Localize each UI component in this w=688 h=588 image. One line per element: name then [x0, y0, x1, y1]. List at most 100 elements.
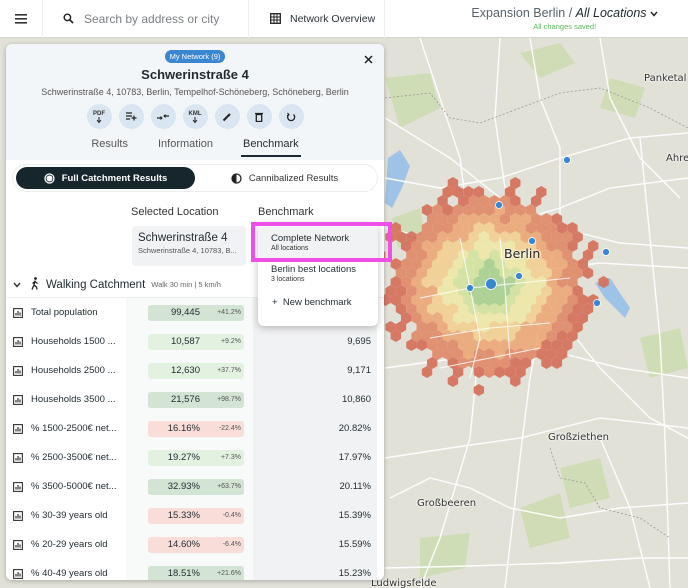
project-name: Expansion Berlin: [471, 6, 566, 20]
delete-button[interactable]: [246, 104, 272, 129]
selected-value: 15.33%: [167, 510, 200, 521]
metric-label: Households 3500 ...: [31, 394, 116, 405]
selected-value-pill: 10,587 +9.2%: [148, 333, 244, 350]
pencil-icon: [222, 112, 231, 121]
benchmark-option-complete-network[interactable]: Complete Network All locations: [258, 227, 378, 258]
kml-download-button[interactable]: KML: [182, 104, 208, 129]
refresh-button[interactable]: [278, 104, 304, 129]
location-marker[interactable]: [528, 237, 536, 245]
map-label-ahrensfelde: Ahre: [666, 153, 688, 164]
full-catchment-toggle[interactable]: Full Catchment Results: [16, 167, 195, 189]
option-title: Berlin best locations: [271, 264, 357, 275]
delta-percent: +9.2%: [220, 338, 241, 345]
selected-value-pill: 12,630 +37.7%: [148, 362, 244, 379]
save-status: All changes saved!: [533, 22, 597, 31]
map-label-panketal: Panketal: [644, 73, 687, 84]
network-badge[interactable]: My Network (9): [164, 50, 226, 63]
delta-percent: -6.4%: [222, 541, 241, 548]
bar-chart-icon[interactable]: [13, 510, 23, 521]
bar-chart-icon[interactable]: [13, 423, 23, 434]
benchmark-value: 15.39%: [338, 510, 371, 521]
table-row: % 40-49 years old 18.51% +21.6% 15.23%: [6, 559, 384, 580]
metric-label: Households 1500 ...: [31, 336, 116, 347]
option-subtitle: All locations: [271, 245, 309, 252]
table-row: Households 3500 ... 21,576 +98.7% 10,860: [6, 385, 384, 414]
location-marker[interactable]: [563, 156, 571, 164]
location-marker[interactable]: [466, 284, 474, 292]
bar-chart-icon[interactable]: [13, 452, 23, 463]
grid-table-icon: [270, 13, 281, 24]
collapse-chevron[interactable]: [13, 280, 21, 290]
compare-arrows-icon: [157, 113, 169, 120]
bar-chart-icon[interactable]: [13, 307, 23, 318]
refresh-icon: [286, 112, 296, 121]
search-input[interactable]: [84, 11, 244, 26]
location-marker[interactable]: [602, 248, 610, 256]
selected-location-marker[interactable]: [485, 278, 497, 290]
bar-chart-icon[interactable]: [13, 481, 23, 492]
benchmark-value: 20.82%: [338, 423, 371, 434]
bar-chart-icon[interactable]: [13, 336, 23, 347]
bar-chart-icon[interactable]: [13, 365, 23, 376]
tab-information[interactable]: Information: [146, 133, 225, 155]
delta-percent: +37.7%: [217, 367, 241, 374]
bar-chart-icon[interactable]: [13, 539, 23, 550]
selected-value-pill: 15.33% -0.4%: [148, 507, 244, 524]
download-arrow-icon: [96, 116, 102, 123]
playlist-add-icon: [125, 112, 136, 121]
network-overview-label: Network Overview: [290, 12, 376, 25]
network-overview-button[interactable]: Network Overview: [249, 0, 385, 38]
table-row: % 3500-5000€ net... 32.93% +63.7% 20.11%: [6, 472, 384, 501]
benchmark-dropdown: Complete Network All locations Berlin be…: [258, 223, 378, 326]
bar-chart-icon[interactable]: [13, 568, 23, 579]
metric-label: % 40-49 years old: [31, 568, 108, 579]
selected-value: 16.16%: [167, 423, 200, 434]
benchmark-value: 9,695: [347, 336, 371, 347]
bar-chart-icon[interactable]: [13, 394, 23, 405]
benchmark-value: 15.23%: [338, 568, 371, 579]
benchmark-option-berlin-best[interactable]: Berlin best locations 3 locations: [258, 258, 378, 289]
location-marker[interactable]: [495, 201, 503, 209]
metric-label: % 2500-3500€ net...: [31, 452, 117, 463]
map-label-berlin: Berlin: [504, 246, 541, 261]
section-subtitle: Walk 30 min | 5 km/h: [151, 280, 221, 289]
selected-value-pill: 32.93% +63.7%: [148, 478, 244, 495]
close-button[interactable]: [364, 52, 373, 67]
selected-value: 14.60%: [167, 539, 200, 550]
compare-button[interactable]: [150, 104, 176, 129]
chevron-down-icon: [650, 11, 658, 17]
benchmark-value: 9,171: [347, 365, 371, 376]
panel-header: My Network (9) Schwerinstraße 4 Schwerin…: [6, 44, 384, 160]
metric-label: Households 2500 ...: [31, 365, 116, 376]
selected-value: 32.93%: [167, 481, 200, 492]
edit-button[interactable]: [214, 104, 240, 129]
selected-location-name: Schwerinstraße 4: [138, 232, 228, 244]
table-row: Households 1500 ... 10,587 +9.2% 9,695: [6, 327, 384, 356]
add-to-list-button[interactable]: [118, 104, 144, 129]
benchmark-value: 17.97%: [338, 452, 371, 463]
metrics-table: Total population 99,445 +41.2% Households 1…: [6, 298, 384, 580]
results-mode-toggle: Full Catchment Results Cannibalized Resu…: [12, 164, 378, 192]
delta-percent: +7.3%: [220, 454, 241, 461]
search-bar[interactable]: [43, 0, 249, 38]
location-marker[interactable]: [593, 299, 601, 307]
new-benchmark-button[interactable]: + New benchmark: [258, 289, 378, 316]
tab-benchmark[interactable]: Benchmark: [231, 133, 311, 157]
location-marker[interactable]: [515, 272, 523, 280]
metric-label: % 20-29 years old: [31, 539, 108, 550]
full-catchment-label: Full Catchment Results: [61, 172, 168, 184]
pdf-download-button[interactable]: PDF: [86, 104, 112, 129]
location-address: Schwerinstraße 4, 10783, Berlin, Tempelh…: [41, 87, 349, 97]
benchmark-header: Benchmark: [258, 206, 314, 218]
option-subtitle: 3 locations: [271, 276, 305, 283]
benchmark-value: 20.11%: [339, 481, 371, 492]
selected-location-header: Selected Location: [131, 206, 219, 218]
tab-results[interactable]: Results: [79, 133, 140, 155]
table-row: % 30-39 years old 15.33% -0.4% 15.39%: [6, 501, 384, 530]
menu-button[interactable]: [0, 0, 43, 38]
cannibalized-toggle[interactable]: Cannibalized Results: [195, 167, 374, 189]
walking-person-icon: [30, 276, 40, 293]
selected-value: 21,576: [170, 394, 200, 405]
selected-value-pill: 14.60% -6.4%: [148, 536, 244, 553]
project-selector[interactable]: Expansion Berlin / All Locations All cha…: [471, 6, 658, 31]
